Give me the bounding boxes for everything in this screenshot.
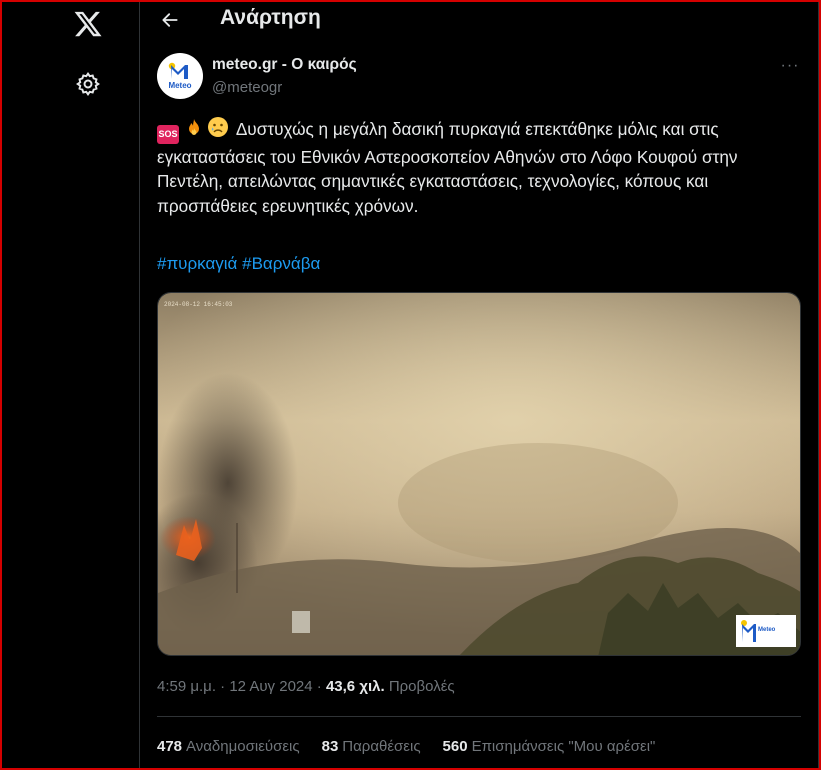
views-label: Προβολές xyxy=(388,678,455,695)
meta-separator: · xyxy=(316,678,322,695)
more-options-icon[interactable]: ··· xyxy=(778,56,802,76)
meteo-watermark: Meteo xyxy=(758,627,776,633)
likes-count: 560 xyxy=(442,738,468,755)
hashtag-link[interactable]: #πυρκαγιά xyxy=(157,254,237,273)
fire-icon xyxy=(184,118,204,145)
reposts-stat[interactable]: 478 Αναδημοσιεύσεις xyxy=(157,738,300,755)
author-display-name[interactable]: meteo.gr - Ο καιρός xyxy=(212,56,357,74)
engagement-stats: 478 Αναδημοσιεύσεις 83 Παραθέσεις 560 Επιση… xyxy=(157,738,655,755)
page-title: Ανάρτηση xyxy=(220,6,321,29)
post-time[interactable]: 4:59 μ.μ. xyxy=(157,678,216,695)
x-logo-icon[interactable] xyxy=(64,0,112,48)
arrow-left-icon[interactable] xyxy=(154,4,186,36)
quotes-label: Παραθέσεις xyxy=(342,738,421,755)
left-nav xyxy=(0,0,139,770)
post-date[interactable]: 12 Αυγ 2024 xyxy=(229,678,312,695)
sos-icon: SOS xyxy=(157,125,179,144)
right-divider xyxy=(818,0,819,770)
post-meta: 4:59 μ.μ. · 12 Αυγ 2024 · 43,6 χιλ. Προβ… xyxy=(157,678,455,695)
meta-separator: · xyxy=(220,678,226,695)
crying-face-icon xyxy=(207,116,229,145)
author-handle[interactable]: @meteogr xyxy=(212,79,282,96)
page-header: Ανάρτηση xyxy=(140,0,818,40)
quotes-count: 83 xyxy=(321,738,339,755)
post-body-text: Δυστυχώς η μεγάλη δασική πυρκαγιά επεκτά… xyxy=(157,119,738,216)
avatar-label: Meteo xyxy=(168,81,192,90)
post-image[interactable]: 2024-08-12 16:45:03 Meteo xyxy=(157,292,801,656)
wildfire-photo: 2024-08-12 16:45:03 Meteo xyxy=(158,293,800,655)
avatar[interactable]: Meteo xyxy=(157,53,203,99)
hashtags: #πυρκαγιά #Βαρνάβα xyxy=(157,254,320,274)
camera-timestamp: 2024-08-12 16:45:03 xyxy=(164,301,233,308)
reposts-label: Αναδημοσιεύσεις xyxy=(186,738,300,755)
post-text: SOS Δυστυχώς η μεγάλη δασική πυρκαγιά επ… xyxy=(157,116,807,218)
stats-divider xyxy=(157,716,801,717)
gear-icon[interactable] xyxy=(64,60,112,108)
quotes-stat[interactable]: 83 Παραθέσεις xyxy=(322,738,421,755)
reposts-count: 478 xyxy=(157,738,183,755)
likes-stat[interactable]: 560 Επισημάνσεις "Μου αρέσει" xyxy=(443,738,656,755)
meteo-logo-icon xyxy=(168,62,192,80)
main-column: Ανάρτηση Meteo meteo.gr - Ο καιρός @mete… xyxy=(140,0,818,770)
likes-label: Επισημάνσεις "Μου αρέσει" xyxy=(471,738,656,755)
views-count: 43,6 χιλ. xyxy=(325,678,385,695)
hashtag-link[interactable]: #Βαρνάβα xyxy=(242,254,320,273)
